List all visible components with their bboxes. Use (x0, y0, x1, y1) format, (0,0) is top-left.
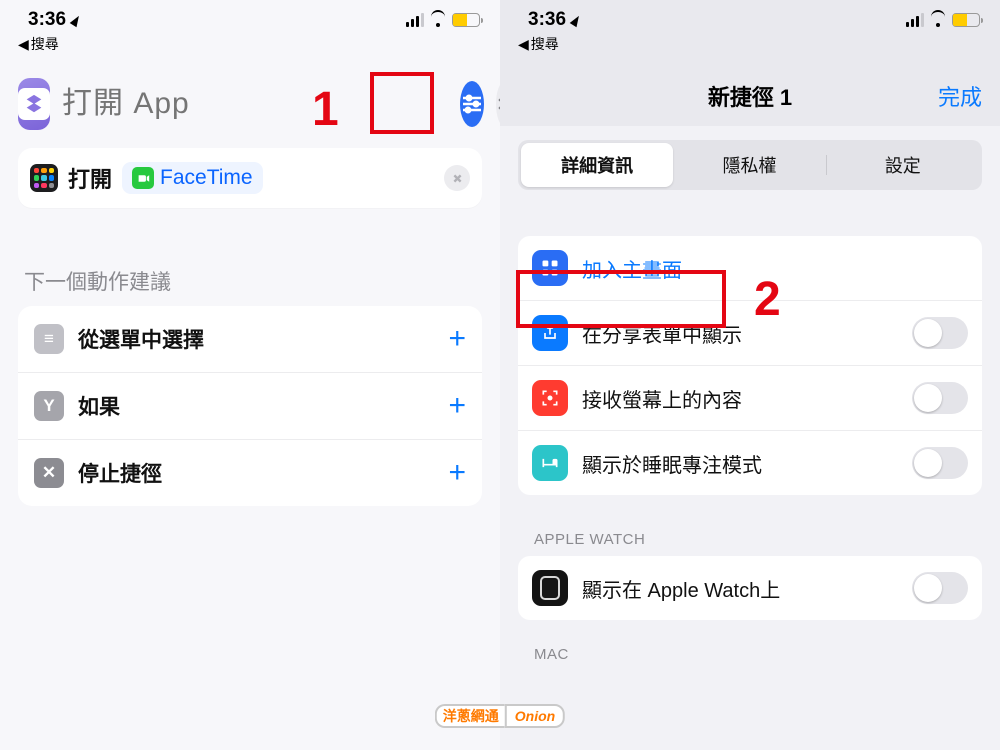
apple-watch-icon (532, 570, 568, 606)
stop-icon: ✕ (34, 458, 64, 488)
shortcut-app-icon[interactable] (18, 78, 50, 130)
location-icon (570, 13, 583, 27)
facetime-icon (132, 167, 154, 189)
apple-watch-row[interactable]: 顯示在 Apple Watch上 (518, 556, 982, 620)
mac-group-label: MAC (500, 620, 1000, 671)
next-action-header: 下一個動作建議 (0, 208, 500, 306)
shortcut-settings-button[interactable] (460, 81, 484, 127)
location-icon (70, 13, 83, 27)
open-app-action-card[interactable]: 打開 FaceTime (18, 148, 482, 208)
back-chevron-icon: ◀ (18, 36, 29, 53)
apple-watch-toggle[interactable] (912, 572, 968, 604)
wifi-icon (429, 13, 447, 27)
receive-screen-row[interactable]: 接收螢幕上的內容 (518, 366, 982, 431)
annotation-box-1 (370, 72, 434, 134)
status-bar: 3:36 (0, 0, 500, 34)
sleep-focus-toggle[interactable] (912, 447, 968, 479)
page-title: 新捷徑 1 (708, 80, 792, 112)
back-to-search[interactable]: ◀ 搜尋 (0, 34, 500, 60)
facetime-chip[interactable]: FaceTime (122, 162, 263, 194)
sliders-icon (460, 92, 484, 116)
shortcut-details-screen: 3:36 ◀ 搜尋 新捷徑 1 完成 詳細資訊 隱私權 設定 加入主畫面 (500, 0, 1000, 750)
shortcuts-glyph-icon (23, 93, 45, 115)
annotation-marker-1: 1 (312, 82, 339, 137)
tab-settings[interactable]: 設定 (827, 143, 979, 187)
receive-screen-toggle[interactable] (912, 382, 968, 414)
clock: 3:36 (528, 9, 566, 31)
back-to-search[interactable]: ◀ 搜尋 (500, 34, 1000, 60)
suggestion-row[interactable]: ≡ 從選單中選擇 + (18, 306, 482, 373)
menu-icon: ≡ (34, 324, 64, 354)
sleep-focus-row[interactable]: 顯示於睡眠專注模式 (518, 431, 982, 495)
suggestion-row[interactable]: ✕ 停止捷徑 + (18, 440, 482, 506)
apple-watch-group-label: APPLE WATCH (500, 495, 1000, 556)
suggestion-row[interactable]: Y 如果 + (18, 373, 482, 440)
battery-icon (952, 13, 980, 27)
shortcut-editor-screen: 3:36 ◀ 搜尋 (0, 0, 500, 750)
scan-icon (532, 380, 568, 416)
tab-privacy[interactable]: 隱私權 (673, 143, 825, 187)
suggestion-list: ≡ 從選單中選擇 + Y 如果 + ✕ 停止捷徑 + (18, 306, 482, 506)
clock: 3:36 (28, 9, 66, 31)
add-icon: + (448, 456, 466, 490)
share-sheet-toggle[interactable] (912, 317, 968, 349)
battery-icon (452, 13, 480, 27)
if-icon: Y (34, 391, 64, 421)
back-chevron-icon: ◀ (518, 36, 529, 53)
add-icon: + (448, 322, 466, 356)
tab-details[interactable]: 詳細資訊 (521, 143, 673, 187)
apple-watch-list: 顯示在 Apple Watch上 (518, 556, 982, 620)
cell-signal-icon (406, 13, 424, 27)
wifi-icon (929, 13, 947, 27)
apps-grid-icon (30, 164, 58, 192)
annotation-box-2 (516, 270, 726, 328)
done-button[interactable]: 完成 (938, 80, 982, 112)
clear-action-button[interactable] (444, 165, 470, 191)
bed-icon (532, 445, 568, 481)
clear-icon (452, 173, 463, 184)
cell-signal-icon (906, 13, 924, 27)
annotation-marker-2: 2 (754, 272, 781, 327)
status-bar: 3:36 (500, 0, 1000, 34)
open-word: 打開 (68, 162, 112, 194)
watermark: 洋蔥網通Onion (435, 706, 565, 726)
segmented-control: 詳細資訊 隱私權 設定 (518, 140, 982, 190)
add-icon: + (448, 389, 466, 423)
